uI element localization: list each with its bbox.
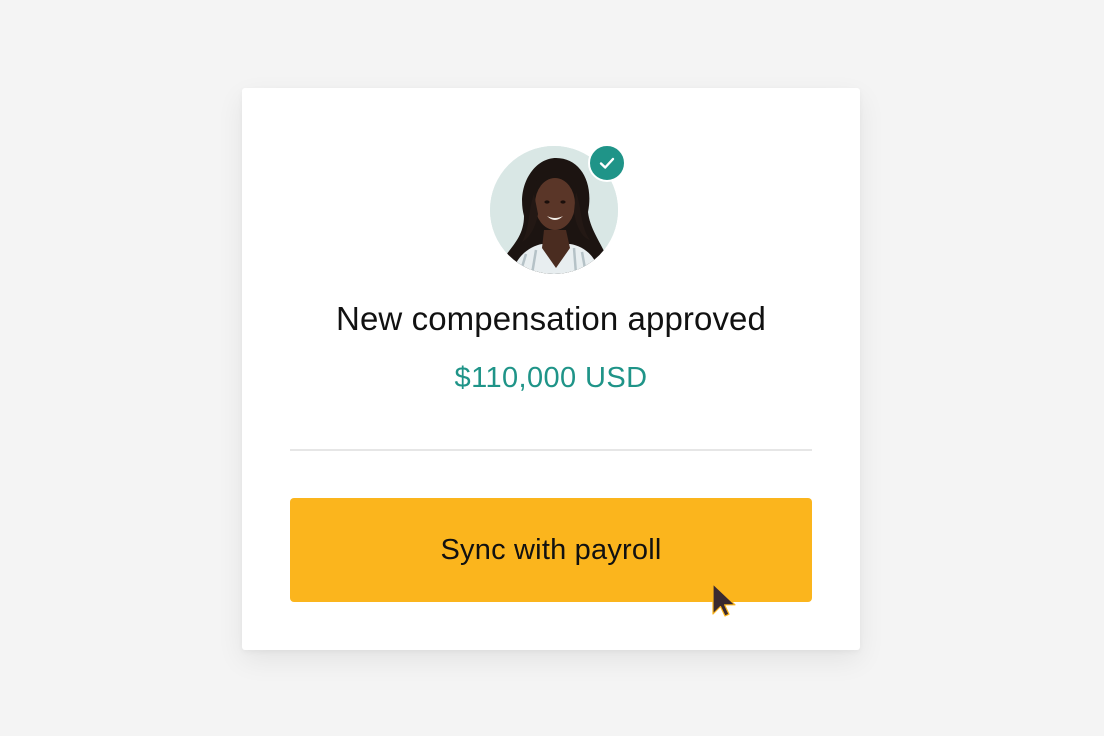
approval-card: New compensation approved $110,000 USD S… xyxy=(242,88,860,650)
sync-button-label: Sync with payroll xyxy=(440,533,662,566)
card-title: New compensation approved xyxy=(336,300,766,337)
mouse-cursor-icon xyxy=(712,583,736,617)
divider xyxy=(290,449,812,451)
avatar-container xyxy=(490,144,626,274)
check-icon xyxy=(599,157,615,169)
compensation-amount: $110,000 USD xyxy=(454,362,648,394)
check-badge xyxy=(588,144,626,182)
